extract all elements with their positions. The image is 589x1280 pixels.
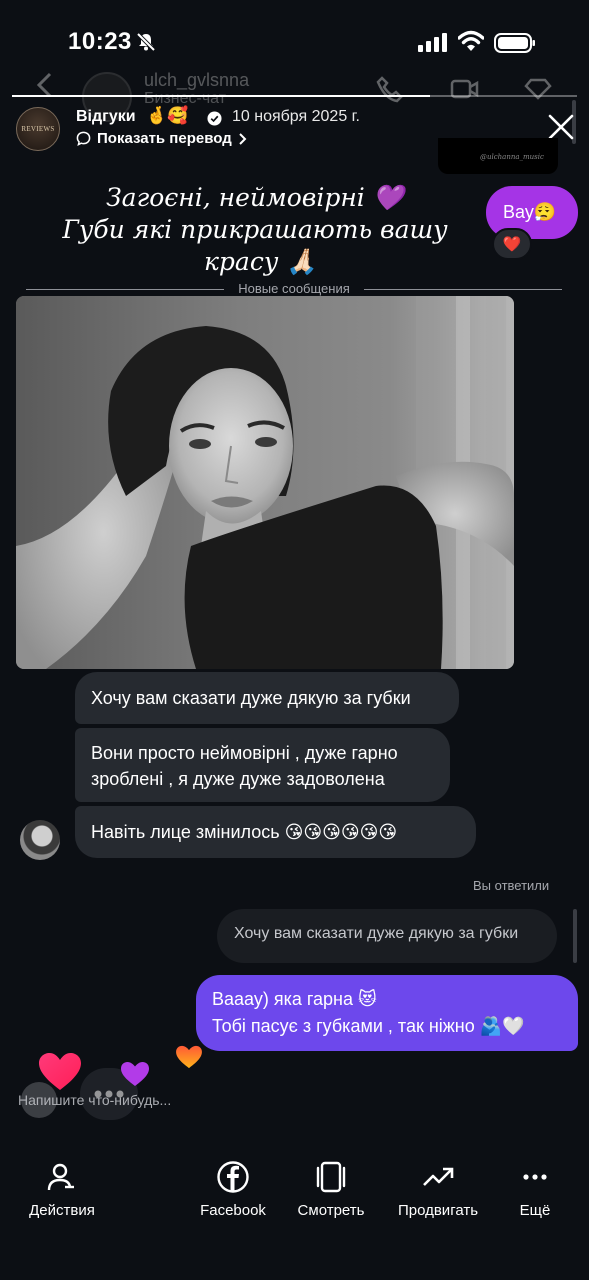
story-account-name[interactable]: Відгуки (76, 108, 136, 126)
incoming-message-text: Вони просто неймовірні , дуже гарно зроб… (91, 743, 398, 789)
caption-line-3: красу 🙏🏻 (204, 247, 318, 276)
mute-bell-icon (136, 32, 156, 52)
incoming-message[interactable]: Навіть лице змінилось 😘😘😘😘😘😘 (75, 806, 476, 858)
sender-avatar[interactable] (20, 820, 60, 860)
tab-more[interactable]: Ещё (480, 1160, 589, 1219)
story-avatar-logo-text: REVIEWS (21, 125, 55, 133)
tab-facebook-label: Facebook (200, 1202, 266, 1219)
floating-heart-icon (176, 1045, 202, 1069)
battery-icon (494, 33, 535, 53)
translate-bubble-icon (76, 131, 91, 146)
incoming-message[interactable]: Вони просто неймовірні , дуже гарно зроб… (75, 728, 450, 802)
tab-promote-label: Продвигать (397, 1202, 479, 1219)
wifi-icon (458, 30, 484, 51)
tag-icon (524, 78, 552, 100)
show-translation-label: Показать перевод (97, 130, 232, 147)
show-translation-button[interactable]: Показать перевод (76, 130, 248, 147)
story-name-emoji: 🤞🥰 (146, 106, 189, 125)
more-icon (523, 1174, 547, 1180)
incoming-message-text: Навіть лице змінилось 😘😘😘😘😘😘 (91, 822, 398, 842)
incoming-message-text: Хочу вам сказати дуже дякую за губки (91, 688, 411, 708)
story-progress-fill (12, 95, 431, 97)
story-caption: Загоєні, неймовірні 💜 Губи які прикрашаю… (40, 182, 470, 278)
outgoing-message-line-2: Тобі пасує з губками , так ніжно 🫂🤍 (212, 1016, 525, 1036)
verified-badge-icon (207, 111, 222, 126)
incoming-message[interactable]: Хочу вам сказати дуже дякую за губки (75, 672, 459, 724)
signal-icon (418, 33, 447, 52)
story-thumbnail[interactable]: @ulchanna_music (438, 138, 558, 174)
caption-line-2: Губи які прикрашають вашу (62, 215, 448, 244)
divider-line-right (364, 289, 562, 290)
portrait-image (16, 296, 514, 669)
heart-reaction-badge[interactable]: ❤️ (492, 228, 532, 260)
promote-icon (423, 1167, 454, 1186)
floating-heart-icon (121, 1062, 149, 1086)
replied-label: Вы ответили (473, 878, 550, 893)
caption-line-1: Загоєні, неймовірні 💜 (106, 183, 404, 212)
quoted-message[interactable]: Хочу вам сказати дуже дякую за губки (217, 909, 557, 963)
wow-message-text: Вау😮‍💨 (503, 202, 557, 222)
status-time: 10:23 (68, 28, 132, 55)
message-input-placeholder[interactable]: Напишите что-нибудь... (18, 1092, 171, 1108)
tab-more-label: Ещё (519, 1202, 551, 1219)
story-date: 10 ноября 2025 г. (232, 108, 360, 125)
tab-promote[interactable]: Продвигать (383, 1160, 493, 1219)
underlying-chat-username: ulch_gvlsnna (144, 70, 250, 90)
floating-heart-icon (39, 1053, 81, 1090)
shared-photo[interactable] (16, 296, 514, 669)
outgoing-message-line-1: Вааау) яка гарна 😻 (212, 989, 377, 1009)
tab-watch[interactable]: Смотреть (276, 1160, 386, 1219)
quoted-message-text: Хочу вам сказати дуже дякую за губки (234, 925, 519, 942)
thumbnail-text: @ulchanna_music (480, 153, 544, 161)
actions-icon (47, 1163, 74, 1191)
new-messages-divider: Новые сообщения (26, 281, 562, 297)
chevron-right-icon (239, 132, 247, 145)
watch-icon (316, 1161, 346, 1193)
facebook-icon (217, 1161, 249, 1193)
heart-reaction-icon: ❤️ (502, 236, 522, 253)
underlying-chat-actions (375, 74, 553, 104)
tab-watch-label: Смотреть (297, 1202, 365, 1219)
story-progress-bar (12, 95, 577, 97)
tab-actions[interactable]: Действия (7, 1160, 117, 1219)
outgoing-message[interactable]: Вааау) яка гарна 😻 Тобі пасує з губками … (196, 975, 578, 1051)
tab-facebook[interactable]: Facebook (178, 1160, 288, 1219)
phone-icon (376, 76, 403, 103)
story-account-avatar[interactable]: REVIEWS (16, 107, 60, 151)
quote-bar (573, 909, 577, 963)
video-icon (450, 79, 479, 99)
bottom-action-bar: Действия Facebook Смотреть Продвигать Ещ… (0, 1160, 589, 1240)
tab-actions-label: Действия (29, 1202, 95, 1219)
underlying-chat-header: ulch_gvlsnna Бизнес-чат (0, 62, 589, 122)
